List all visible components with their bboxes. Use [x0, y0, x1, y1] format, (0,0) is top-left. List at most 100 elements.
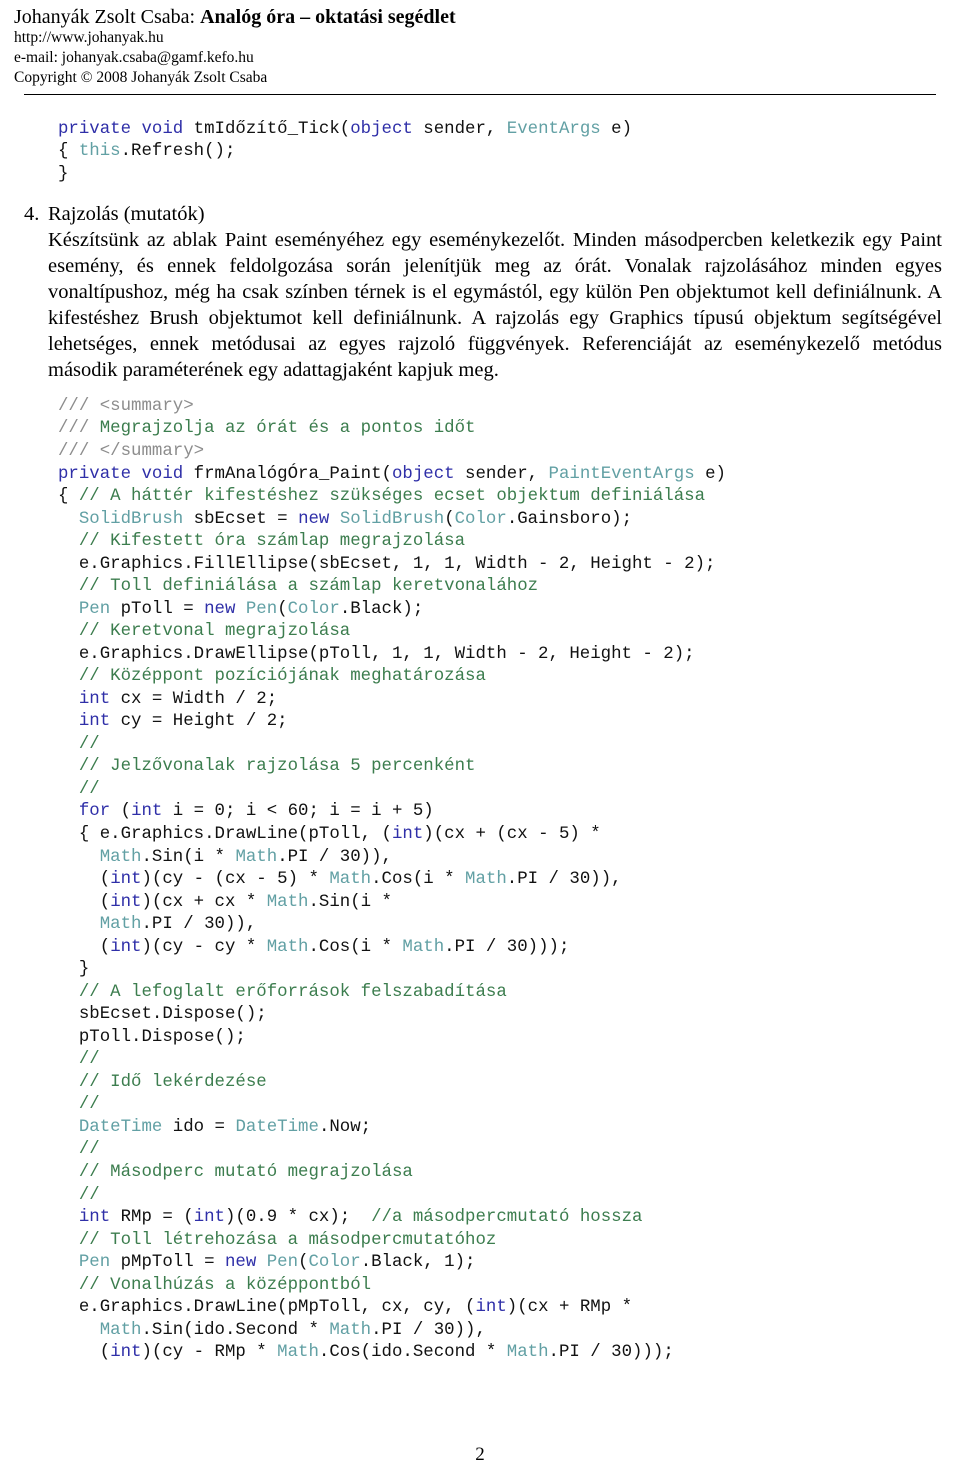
code-token: .PI / 30))); — [548, 1343, 674, 1363]
code-token: int — [131, 802, 163, 822]
code-token: object — [391, 464, 455, 484]
code-token: </summary> — [99, 441, 205, 461]
code-token: { e.Graphics.DrawLine(pToll, ( — [58, 825, 392, 845]
code-token: Math — [465, 870, 507, 890]
section-rajzolas: 4. Rajzolás (mutatók) Készítsünk az abla… — [14, 202, 946, 383]
code-token: Math — [99, 915, 142, 935]
code-token: private void — [58, 464, 184, 484]
code-token: // — [78, 1095, 100, 1115]
code-token: // Kifestett óra számlap megrajzolása — [78, 532, 466, 552]
code-token: Math — [506, 1343, 549, 1363]
code-token: ido = — [162, 1117, 236, 1137]
code-token: .Now; — [318, 1117, 372, 1137]
code-token: ( — [58, 1343, 111, 1363]
code-token: /// — [58, 441, 100, 461]
intro-paragraph: Készítsünk az ablak Paint eseményéhez eg… — [48, 229, 942, 381]
code-token: frmAnalógÓra_Paint( — [183, 464, 392, 484]
code-token: // Toll létrehozása a másodpercmutatóhoz — [78, 1230, 497, 1250]
header-copyright: Copyright © 2008 Johanyák Zsolt Csaba — [14, 69, 268, 87]
code-token: Pen — [266, 1253, 299, 1273]
code-token: Math — [266, 892, 309, 912]
code-token: RMp = ( — [110, 1208, 194, 1228]
code-token: int — [78, 689, 111, 709]
code-token: PaintEventArgs — [548, 464, 695, 484]
section-number: 4. — [24, 203, 40, 226]
code-token: Math — [329, 870, 372, 890]
code-token: int — [475, 1298, 507, 1318]
document-header: Johanyák Zsolt Csaba: Analóg óra – oktat… — [0, 0, 960, 95]
code-token: )(0.9 * cx); — [225, 1208, 372, 1228]
code-token: int — [193, 1208, 225, 1228]
code-token: .PI / 30)), — [277, 847, 392, 867]
code-token: Color — [454, 509, 507, 529]
code-token: )(cy - cy * — [141, 937, 267, 957]
code-token: .Sin(i * — [308, 892, 392, 912]
code-token: Megrajzolja az órát és a pontos időt — [99, 419, 476, 439]
code-token: pToll.Dispose(); — [58, 1027, 246, 1047]
code-token: )(cx + (cx - 5) * — [423, 825, 601, 845]
code-token: SolidBrush — [339, 509, 445, 529]
code-token: )(cx + cx * — [141, 892, 267, 912]
code-token: // Toll definiálása a számlap keretvonal… — [78, 577, 539, 597]
page-number: 2 — [475, 1444, 485, 1465]
code-token: .PI / 30)), — [141, 915, 257, 935]
code-token: } — [58, 164, 69, 184]
code-token: sbEcset = — [183, 509, 299, 529]
code-token: Math — [99, 1320, 142, 1340]
code-token: e) — [694, 464, 726, 484]
header-subject-title: Analóg óra – oktatási segédlet — [200, 6, 456, 28]
code-token: ( — [277, 599, 288, 619]
code-token: // Vonalhúzás a középpontból — [78, 1275, 372, 1295]
code-token: Math — [235, 847, 278, 867]
code-token: new — [204, 599, 236, 619]
code-token: .PI / 30)), — [371, 1320, 486, 1340]
code-token: // A lefoglalt erőforrások felszabadítás… — [78, 982, 507, 1002]
code-token: int — [110, 892, 142, 912]
code-token: /// — [58, 419, 100, 439]
code-token: .Refresh(); — [120, 142, 236, 162]
code-token: // — [78, 1050, 100, 1070]
document-body: private void tmIdőzítő_Tick(object sende… — [0, 95, 960, 1365]
code-token: cx = Width / 2; — [110, 689, 278, 709]
code-token: e) — [600, 119, 633, 139]
code-token: private void — [58, 119, 184, 139]
code-token: // A háttér kifestéshez szükséges ecset … — [78, 487, 706, 507]
code-token: SolidBrush — [78, 509, 184, 529]
code-token: object — [350, 119, 413, 139]
code-token: pMpToll = — [110, 1253, 225, 1273]
code-token: { — [58, 142, 79, 162]
code-token: // Másodperc mutató megrajzolása — [78, 1162, 413, 1182]
code-token: sender, — [454, 464, 549, 484]
code-token: .Black, 1); — [360, 1253, 476, 1273]
code-token: int — [78, 1208, 111, 1228]
code-token: e.Graphics.FillEllipse(sbEcset, 1, 1, Wi… — [58, 554, 716, 574]
code-token: )(cx + RMp * — [506, 1298, 632, 1318]
code-token: tmIdőzítő_Tick( — [183, 119, 351, 139]
code-token: int — [110, 870, 142, 890]
header-website: http://www.johanyak.hu — [14, 29, 164, 47]
code-token: Pen — [78, 1253, 111, 1273]
code-token: Math — [277, 1343, 319, 1363]
code-token: pToll = — [110, 599, 205, 619]
code-token: Math — [402, 937, 445, 957]
